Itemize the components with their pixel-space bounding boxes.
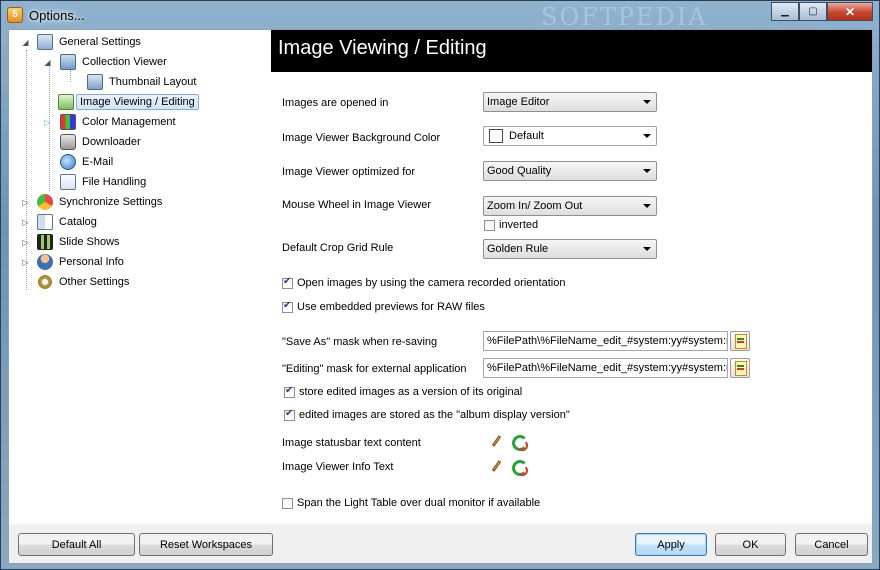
settings-panel: Image Viewing / Editing Images are opene… (271, 30, 872, 524)
mask-editor-icon (735, 361, 747, 376)
title-bar[interactable]: 5 Options... SOFTPEDIA ▁ ▢ ✕ (1, 1, 879, 31)
opened-in-label: Images are opened in (282, 97, 389, 109)
collapse-icon[interactable]: ◢ (43, 58, 52, 67)
film-strip-icon (37, 234, 53, 250)
camera-icon (60, 134, 76, 150)
tree-item-image-viewing-editing[interactable]: Image Viewing / Editing (58, 93, 199, 111)
dialog-client: ◢ General Settings ◢ Collection Viewer T… (8, 29, 873, 564)
person-icon (37, 254, 53, 270)
crop-grid-select[interactable]: Golden Rule (483, 239, 657, 259)
tree-item-thumbnail-layout[interactable]: Thumbnail Layout (83, 73, 196, 91)
apply-button[interactable]: Apply (635, 533, 707, 556)
crop-grid-label: Default Crop Grid Rule (282, 242, 394, 254)
tree-item-other-settings[interactable]: Other Settings (21, 273, 129, 291)
chevron-down-icon (643, 100, 651, 104)
dialog-footer: Default All Reset Workspaces Apply OK Ca… (9, 524, 872, 563)
save-as-mask-editor-button[interactable] (730, 331, 750, 351)
expand-icon[interactable]: ▷ (21, 238, 30, 247)
tree-item-color-management[interactable]: ▷ Color Management (43, 113, 176, 131)
settings-tree: ◢ General Settings ◢ Collection Viewer T… (9, 30, 272, 524)
checkbox-box[interactable] (282, 497, 293, 509)
bg-color-label: Image Viewer Background Color (282, 132, 441, 144)
editing-mask-label: "Editing" mask for external application (282, 363, 467, 375)
chevron-down-icon (643, 169, 651, 173)
window-controls: ▁ ▢ ✕ (771, 2, 873, 21)
default-all-button[interactable]: Default All (18, 533, 135, 556)
tree-item-catalog[interactable]: ▷ Catalog (21, 213, 97, 231)
color-swatch (489, 129, 503, 143)
save-as-mask-label: "Save As" mask when re-saving (282, 336, 438, 348)
gears-icon (37, 274, 53, 290)
opened-in-select[interactable]: Image Editor (483, 92, 657, 112)
maximize-button[interactable]: ▢ (799, 2, 827, 21)
reset-icon[interactable] (511, 434, 528, 451)
edit-pencil-icon[interactable] (490, 460, 504, 474)
editing-mask-input[interactable]: %FilePath\%FileName_edit_#system:yy#syst… (483, 358, 728, 378)
thumbnail-layout-icon (87, 74, 103, 90)
span-light-table-checkbox[interactable]: Span the Light Table over dual monitor i… (282, 497, 540, 509)
tree-item-collection-viewer[interactable]: ◢ Collection Viewer (43, 53, 167, 71)
checkbox-box[interactable] (284, 385, 295, 398)
embedded-previews-checkbox[interactable]: Use embedded previews for RAW files (282, 300, 485, 313)
mouse-wheel-label: Mouse Wheel in Image Viewer (282, 199, 431, 211)
chevron-down-icon (643, 204, 651, 208)
cancel-button[interactable]: Cancel (795, 533, 868, 556)
expand-icon[interactable]: ▷ (21, 258, 30, 267)
expand-icon[interactable]: ▷ (43, 118, 52, 127)
general-settings-icon (37, 34, 53, 50)
window-title: Options... (29, 8, 85, 23)
mask-editor-icon (735, 334, 747, 349)
chevron-down-icon (643, 134, 651, 138)
info-text-label: Image Viewer Info Text (282, 461, 394, 473)
color-management-icon (60, 114, 76, 130)
app-icon: 5 (7, 7, 23, 23)
tree-item-general-settings[interactable]: ◢ General Settings (21, 33, 141, 51)
checkbox-box[interactable] (284, 408, 295, 421)
edit-pencil-icon[interactable] (490, 435, 504, 449)
chevron-down-icon (643, 247, 651, 251)
collapse-icon[interactable]: ◢ (21, 38, 30, 47)
synchronize-icon (37, 194, 53, 210)
bg-color-select[interactable]: Default (483, 126, 657, 146)
expand-icon[interactable]: ▷ (21, 218, 30, 227)
tree-item-file-handling[interactable]: File Handling (60, 173, 146, 191)
checkbox-box[interactable] (484, 219, 495, 231)
tree-item-synchronize-settings[interactable]: ▷ Synchronize Settings (21, 193, 162, 211)
watermark-logo: SOFTPEDIA (541, 3, 708, 31)
optimized-label: Image Viewer optimized for (282, 166, 416, 178)
tree-item-email[interactable]: E-Mail (60, 153, 113, 171)
save-as-mask-input[interactable]: %FilePath\%FileName_edit_#system:yy#syst… (483, 331, 728, 351)
statusbar-text-label: Image statusbar text content (282, 437, 421, 449)
reset-workspaces-button[interactable]: Reset Workspaces (139, 533, 273, 556)
monitor-icon (60, 54, 76, 70)
open-recorded-orientation-checkbox[interactable]: Open images by using the camera recorded… (282, 276, 565, 289)
image-editing-icon (58, 94, 74, 110)
page-title: Image Viewing / Editing (271, 30, 872, 72)
email-globe-icon (60, 154, 76, 170)
tree-item-personal-info[interactable]: ▷ Personal Info (21, 253, 124, 271)
optimized-select[interactable]: Good Quality (483, 161, 657, 181)
checkbox-box[interactable] (282, 300, 293, 313)
reset-icon[interactable] (511, 459, 528, 476)
expand-icon[interactable]: ▷ (21, 198, 30, 207)
checkbox-box[interactable] (282, 276, 293, 289)
editing-mask-editor-button[interactable] (730, 358, 750, 378)
file-handling-icon (60, 174, 76, 190)
tree-item-downloader[interactable]: Downloader (60, 133, 141, 151)
catalog-icon (37, 214, 53, 230)
store-version-checkbox[interactable]: store edited images as a version of its … (284, 385, 522, 398)
inverted-checkbox[interactable]: inverted (484, 219, 538, 231)
options-window: 5 Options... SOFTPEDIA ▁ ▢ ✕ ◢ General S… (0, 0, 880, 570)
minimize-button[interactable]: ▁ (771, 2, 799, 21)
mouse-wheel-select[interactable]: Zoom In/ Zoom Out (483, 196, 657, 216)
ok-button[interactable]: OK (715, 533, 786, 556)
close-button[interactable]: ✕ (827, 2, 873, 21)
tree-item-slide-shows[interactable]: ▷ Slide Shows (21, 233, 120, 251)
album-display-checkbox[interactable]: edited images are stored as the "album d… (284, 408, 570, 421)
